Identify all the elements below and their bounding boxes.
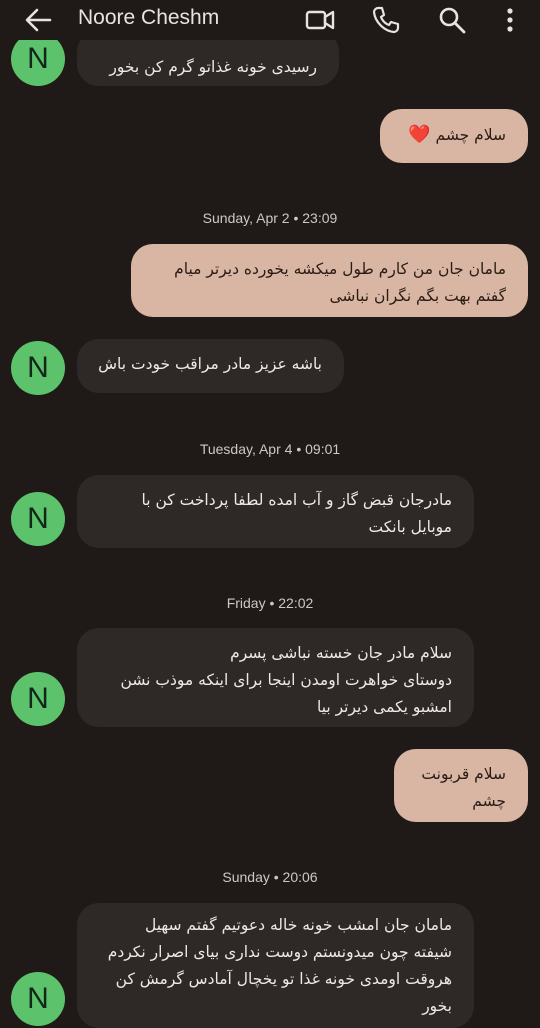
contact-name[interactable]: Noore Cheshm	[78, 6, 219, 30]
date-separator: Tuesday, Apr 4 • 09:01	[199, 441, 341, 457]
avatar-letter: N	[27, 351, 49, 384]
message-text: سلام قربونت	[421, 765, 506, 783]
message-text: مامان جان من کارم طول میکشه یخورده دیرتر…	[174, 260, 506, 278]
avatar: N	[11, 341, 65, 395]
message-text: مامان جان امشب خونه خاله دعوتیم گفتم سهی…	[144, 916, 452, 934]
avatar: N	[11, 672, 65, 726]
avatar: N	[11, 492, 65, 546]
message-text: چشم	[472, 792, 506, 810]
message-text: رسیدی خونه غذاتو گرم کن بخور	[109, 58, 317, 76]
message-text: هروقت اومدی خونه غذا تو یخچال آمادس گرمش…	[115, 970, 452, 988]
message-incoming[interactable]: باشه عزیز مادر مراقب خودت باش	[77, 339, 344, 393]
message-text: مادرجان قبض گاز و آب امده لطفا پرداخت کن…	[141, 491, 452, 509]
message-incoming[interactable]: مادرجان قبض گاز و آب امده لطفا پرداخت کن…	[77, 475, 474, 548]
message-outgoing[interactable]: مامان جان من کارم طول میکشه یخورده دیرتر…	[131, 244, 528, 317]
avatar: N	[11, 32, 65, 86]
message-text: گفتم بهت بگم نگران نباشی	[329, 287, 506, 305]
avatar-letter: N	[27, 42, 49, 75]
date-separator: Sunday, Apr 2 • 23:09	[202, 210, 338, 226]
message-text: سلام چشم	[435, 126, 506, 144]
avatar-letter: N	[27, 502, 49, 535]
avatar: N	[11, 972, 65, 1026]
search-icon[interactable]	[436, 4, 468, 36]
avatar-letter: N	[27, 982, 49, 1015]
date-separator: Friday • 22:02	[226, 595, 314, 611]
top-app-bar: Noore Cheshm	[0, 0, 540, 40]
message-incoming[interactable]: سلام مادر جان خسته نباشی پسرم دوستای خوا…	[77, 628, 474, 727]
message-text: باشه عزیز مادر مراقب خودت باش	[98, 355, 322, 373]
back-arrow-icon[interactable]	[20, 4, 56, 36]
message-incoming[interactable]: مامان جان امشب خونه خاله دعوتیم گفتم سهی…	[77, 903, 474, 1028]
avatar-letter: N	[27, 682, 49, 715]
message-text: شیفته چون میدونستم دوست نداری بیای اصرار…	[107, 943, 452, 961]
message-outgoing[interactable]: سلام چشم ❤️	[380, 109, 528, 163]
message-text: بخور	[422, 997, 452, 1015]
heart-emoji: ❤️	[408, 124, 431, 145]
message-text: موبایل بانکت	[368, 518, 452, 536]
video-call-icon[interactable]	[304, 4, 336, 36]
phone-icon[interactable]	[370, 4, 402, 36]
more-vert-icon[interactable]	[494, 4, 526, 36]
message-text: امشبو یکمی دیرتر بیا	[316, 698, 452, 716]
message-text: دوستای خواهرت اومدن اینجا برای اینکه موذ…	[120, 671, 452, 689]
date-separator: Sunday • 20:06	[222, 869, 318, 885]
message-outgoing[interactable]: سلام قربونت چشم	[394, 749, 528, 822]
message-text: سلام مادر جان خسته نباشی پسرم	[230, 644, 452, 662]
